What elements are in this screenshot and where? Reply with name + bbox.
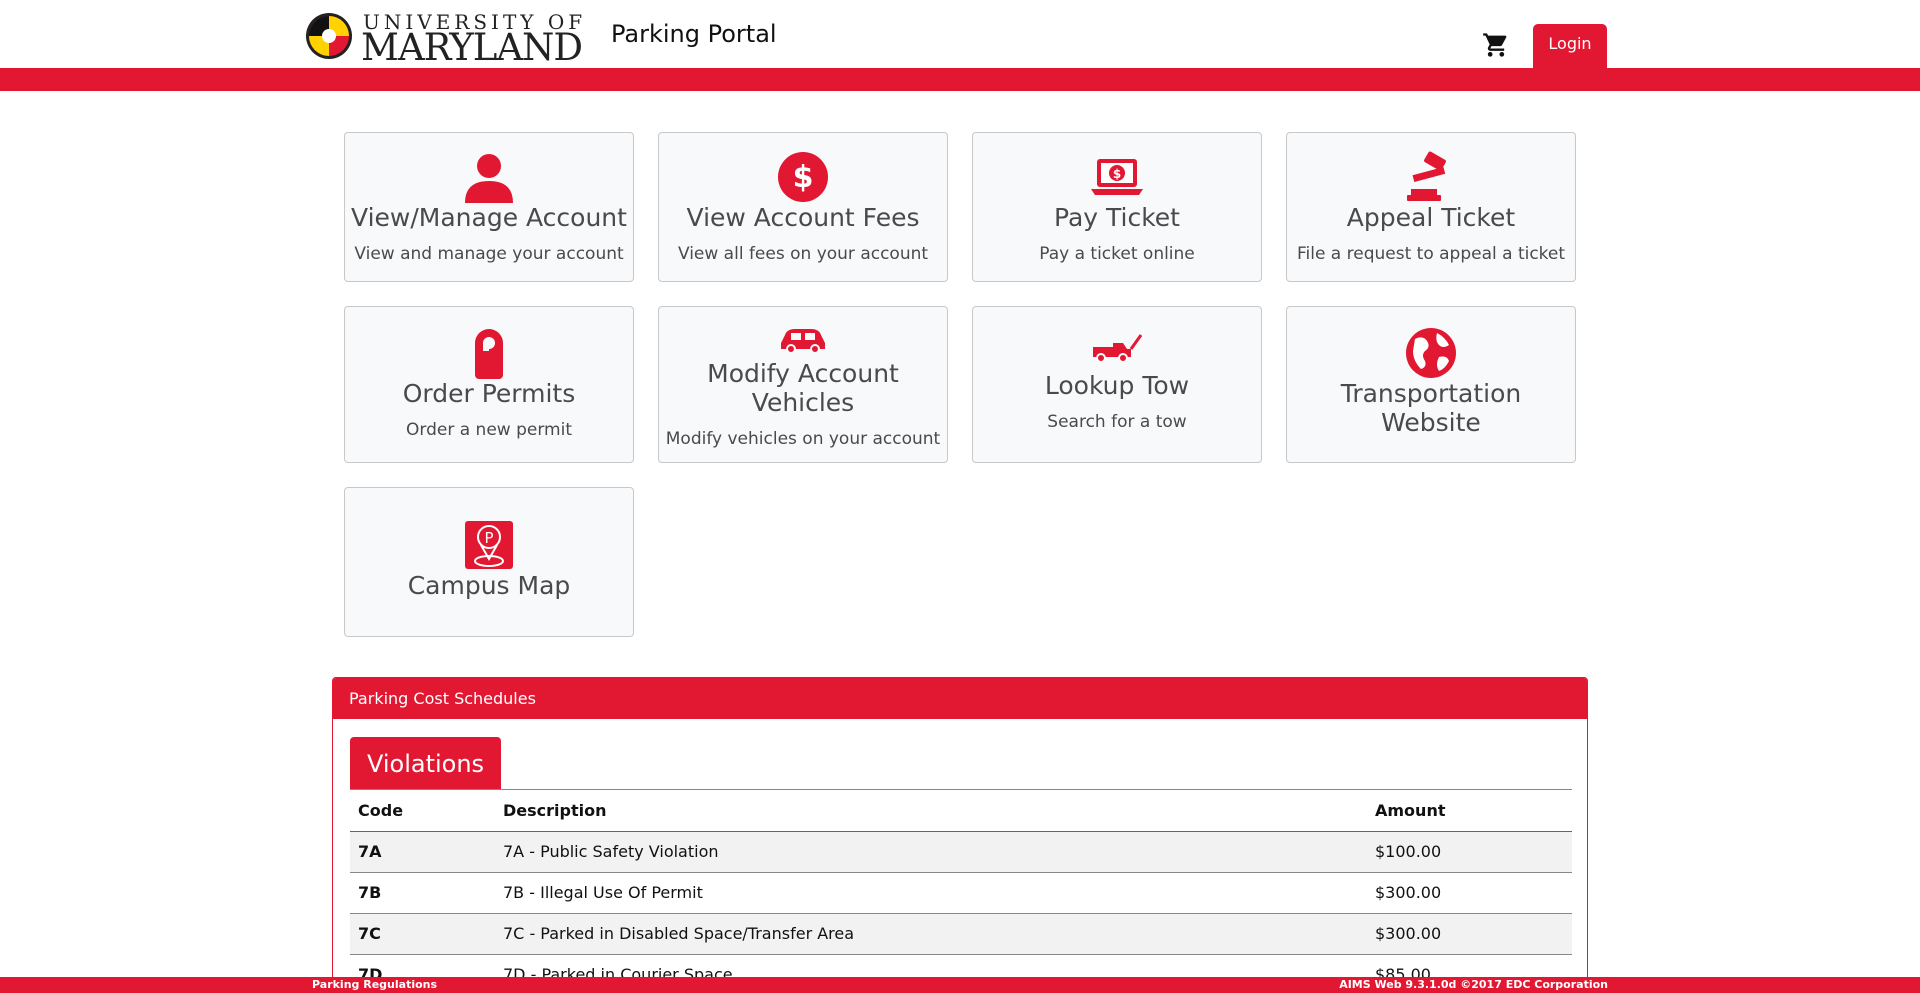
- row-description: 7C - Parked in Disabled Space/Transfer A…: [495, 913, 1367, 955]
- tab-violations[interactable]: Violations: [350, 737, 501, 790]
- globe-icon: [1405, 327, 1457, 379]
- svg-text:P: P: [484, 529, 493, 547]
- login-button[interactable]: Login: [1533, 24, 1607, 68]
- table-header-row: Code Description Amount: [350, 790, 1572, 832]
- svg-text:$: $: [1113, 167, 1121, 181]
- tile-subtitle: Modify vehicles on your account: [665, 429, 941, 449]
- car-icon: [777, 325, 829, 353]
- row-code: 7A: [350, 831, 495, 873]
- dollar-icon: $: [777, 151, 829, 203]
- row-amount: $300.00: [1367, 872, 1572, 914]
- university-logo[interactable]: UNIVERSITY OF MARYLAND: [305, 10, 595, 69]
- tile-subtitle: View and manage your account: [354, 244, 624, 264]
- tile-title: View/Manage Account: [351, 203, 627, 232]
- tile-subtitle: Order a new permit: [406, 420, 572, 440]
- panel-title: Parking Cost Schedules: [333, 678, 1587, 719]
- shopping-cart-icon[interactable]: [1482, 31, 1510, 59]
- table-row[interactable]: 7C 7C - Parked in Disabled Space/Transfe…: [350, 913, 1572, 955]
- tile-transportation-website[interactable]: Transportation Website: [1286, 306, 1576, 463]
- tile-subtitle: Pay a ticket online: [1039, 244, 1195, 264]
- row-code: 7B: [350, 872, 495, 914]
- logo-text-bottom: MARYLAND: [361, 26, 583, 69]
- tile-order-permits[interactable]: Order Permits Order a new permit: [344, 306, 634, 463]
- tile-campus-map[interactable]: P Campus Map: [344, 487, 634, 637]
- tile-title: Modify Account Vehicles: [707, 359, 899, 417]
- tile-modify-account-vehicles[interactable]: Modify Account Vehicles Modify vehicles …: [658, 306, 948, 463]
- svg-text:$: $: [793, 160, 814, 195]
- tile-title: Campus Map: [407, 571, 571, 600]
- gavel-icon: [1405, 151, 1457, 203]
- parking-regulations-link[interactable]: Parking Regulations: [312, 978, 437, 991]
- row-code: 7C: [350, 913, 495, 955]
- maryland-seal-icon: [306, 13, 352, 59]
- footer-bar: Parking Regulations AIMS Web 9.3.1.0d ©2…: [0, 977, 1920, 993]
- door-hanger-icon: [463, 327, 515, 379]
- laptop-dollar-icon: $: [1091, 151, 1143, 203]
- tile-title: Order Permits: [402, 379, 576, 408]
- tile-pay-ticket[interactable]: $ Pay Ticket Pay a ticket online: [972, 132, 1262, 282]
- tow-truck-icon: [1091, 333, 1143, 363]
- page-title: Parking Portal: [611, 20, 777, 48]
- row-description: 7A - Public Safety Violation: [495, 831, 1367, 873]
- tile-subtitle: File a request to appeal a ticket: [1296, 244, 1566, 264]
- tile-view-account-fees[interactable]: $ View Account Fees View all fees on you…: [658, 132, 948, 282]
- parking-cost-schedules-panel: Parking Cost Schedules Violations Code D…: [332, 677, 1588, 993]
- tile-title: View Account Fees: [686, 203, 920, 232]
- tile-title: Transportation Website: [1340, 379, 1522, 437]
- row-description: 7B - Illegal Use Of Permit: [495, 872, 1367, 914]
- tile-title: Pay Ticket: [1054, 203, 1180, 232]
- violations-table: Code Description Amount 7A 7A - Public S…: [350, 790, 1572, 993]
- table-row[interactable]: 7A 7A - Public Safety Violation $100.00: [350, 831, 1572, 873]
- header-red-bar: [0, 68, 1920, 91]
- row-amount: $300.00: [1367, 913, 1572, 955]
- tile-view-manage-account[interactable]: View/Manage Account View and manage your…: [344, 132, 634, 282]
- column-header-description: Description: [495, 790, 1367, 832]
- tile-title: Lookup Tow: [1044, 371, 1190, 400]
- tile-subtitle: View all fees on your account: [677, 244, 929, 264]
- row-amount: $100.00: [1367, 831, 1572, 873]
- parking-pin-icon: P: [463, 519, 515, 571]
- tile-subtitle: Search for a tow: [1047, 412, 1187, 432]
- tile-lookup-tow[interactable]: Lookup Tow Search for a tow: [972, 306, 1262, 463]
- tile-appeal-ticket[interactable]: Appeal Ticket File a request to appeal a…: [1286, 132, 1576, 282]
- person-icon: [463, 151, 515, 203]
- tile-title: Appeal Ticket: [1346, 203, 1516, 232]
- header: UNIVERSITY OF MARYLAND Parking Portal Lo…: [0, 0, 1920, 69]
- table-row[interactable]: 7B 7B - Illegal Use Of Permit $300.00: [350, 872, 1572, 914]
- column-header-code: Code: [350, 790, 495, 832]
- footer-version-text: AIMS Web 9.3.1.0d ©2017 EDC Corporation: [1339, 978, 1608, 991]
- column-header-amount: Amount: [1367, 790, 1572, 832]
